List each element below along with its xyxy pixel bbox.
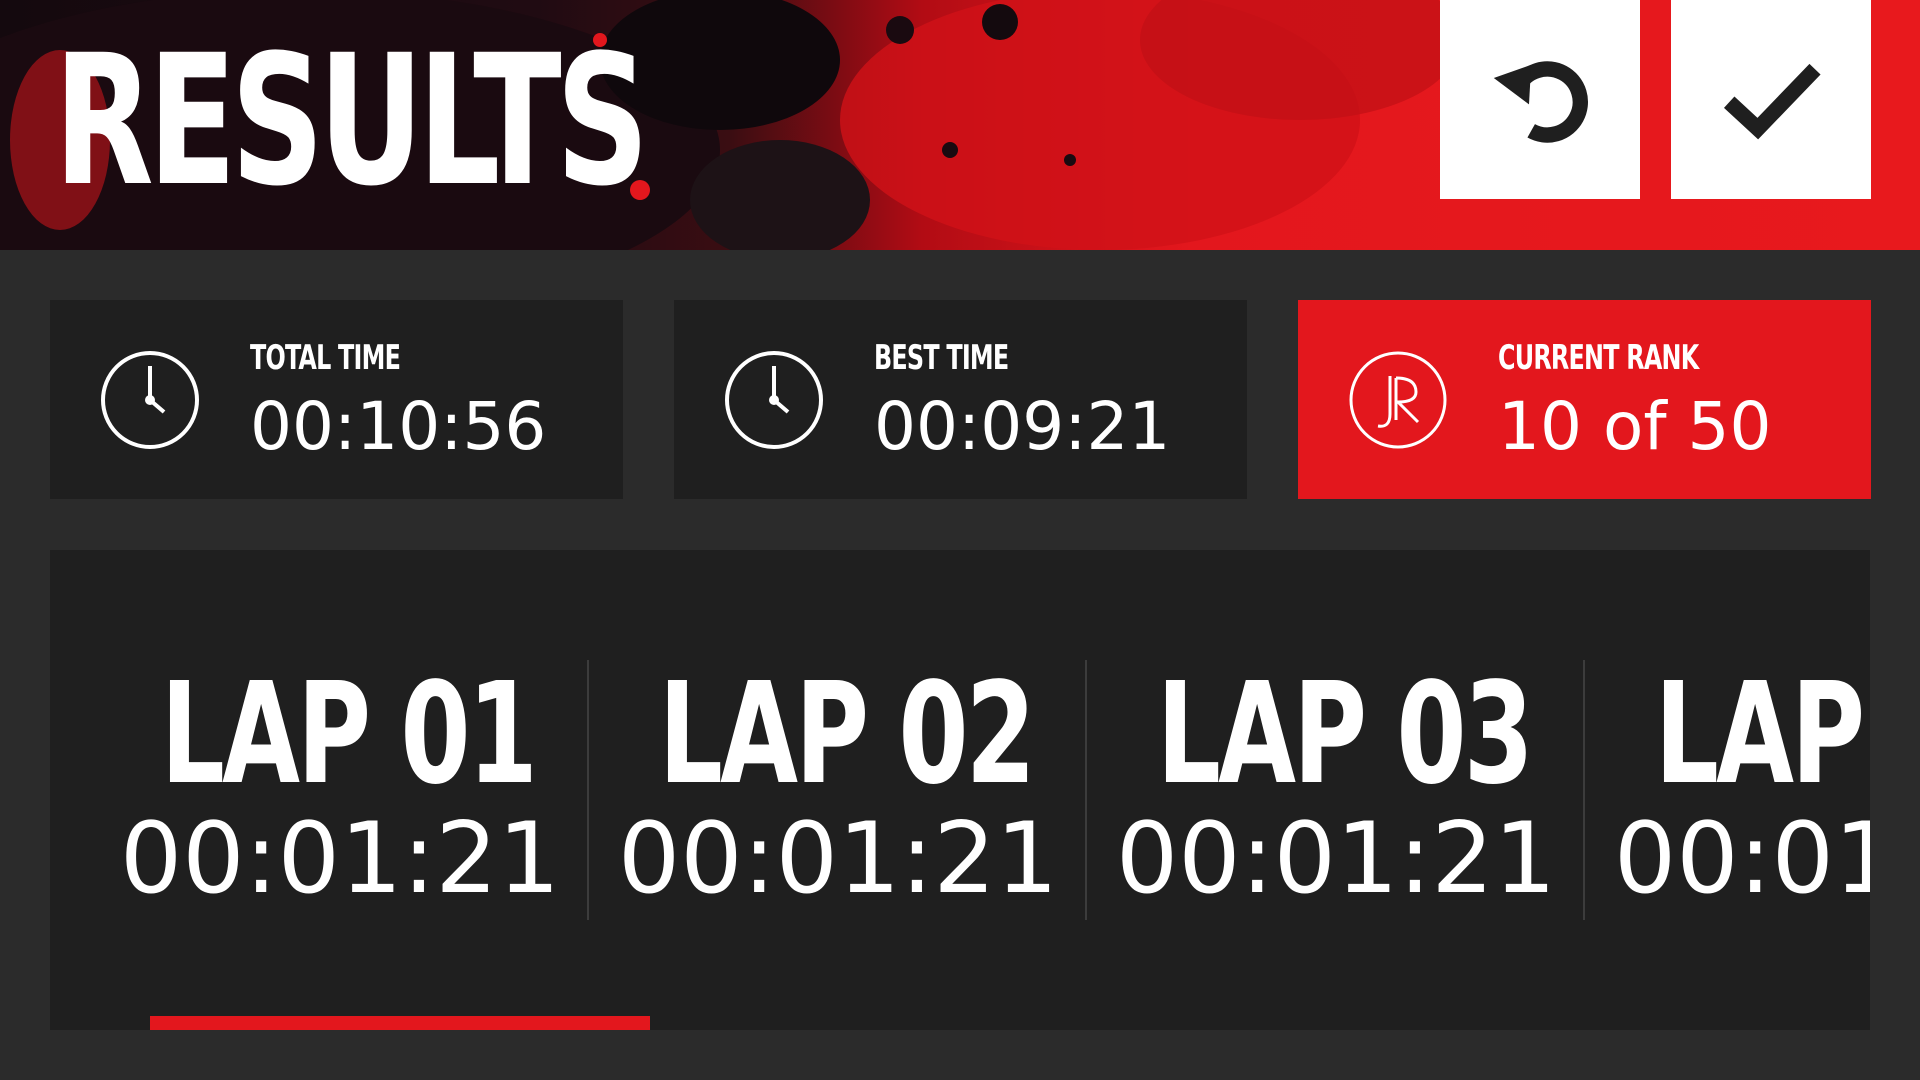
lap-item[interactable]: LAP 01 00:01:21 <box>91 660 589 920</box>
selected-lap-indicator <box>150 1016 650 1030</box>
lap-time: 00:01:21 <box>119 802 561 916</box>
clock-icon <box>725 351 823 449</box>
page-title: RESULTS <box>54 17 649 226</box>
check-icon <box>1723 63 1821 139</box>
lap-time: 00:01:21 <box>617 802 1059 916</box>
clock-icon <box>101 351 199 449</box>
lap-label: LAP 02 <box>658 653 1036 816</box>
lap-time: 00:01:21 <box>1115 802 1557 916</box>
current-rank-value: 10 of 50 <box>1498 388 1772 465</box>
best-time-label: BEST TIME <box>874 338 1009 378</box>
undo-icon <box>1493 60 1588 143</box>
header-banner: RESULTS <box>0 0 1920 250</box>
jr-monogram-icon <box>1349 351 1447 449</box>
lap-item[interactable]: LAP 04 00:01:21 <box>1585 660 1870 920</box>
total-time-label: TOTAL TIME <box>250 338 401 378</box>
current-rank-card: CURRENT RANK 10 of 50 <box>1298 300 1871 499</box>
total-time-card: TOTAL TIME 00:10:56 <box>50 300 623 499</box>
laps-carousel[interactable]: LAP 01 00:01:21 LAP 02 00:01:21 LAP 03 0… <box>50 550 1870 1030</box>
confirm-button[interactable] <box>1671 0 1871 199</box>
lap-label: LAP 03 <box>1156 653 1534 816</box>
lap-label: LAP 01 <box>160 653 538 816</box>
current-rank-label: CURRENT RANK <box>1498 338 1699 378</box>
total-time-value: 00:10:56 <box>250 388 547 465</box>
lap-label: LAP 04 <box>1654 653 1870 816</box>
lap-time: 00:01:21 <box>1613 802 1870 916</box>
best-time-card: BEST TIME 00:09:21 <box>674 300 1247 499</box>
best-time-value: 00:09:21 <box>874 388 1171 465</box>
retry-button[interactable] <box>1440 0 1640 199</box>
lap-item[interactable]: LAP 02 00:01:21 <box>589 660 1087 920</box>
lap-item[interactable]: LAP 03 00:01:21 <box>1087 660 1585 920</box>
